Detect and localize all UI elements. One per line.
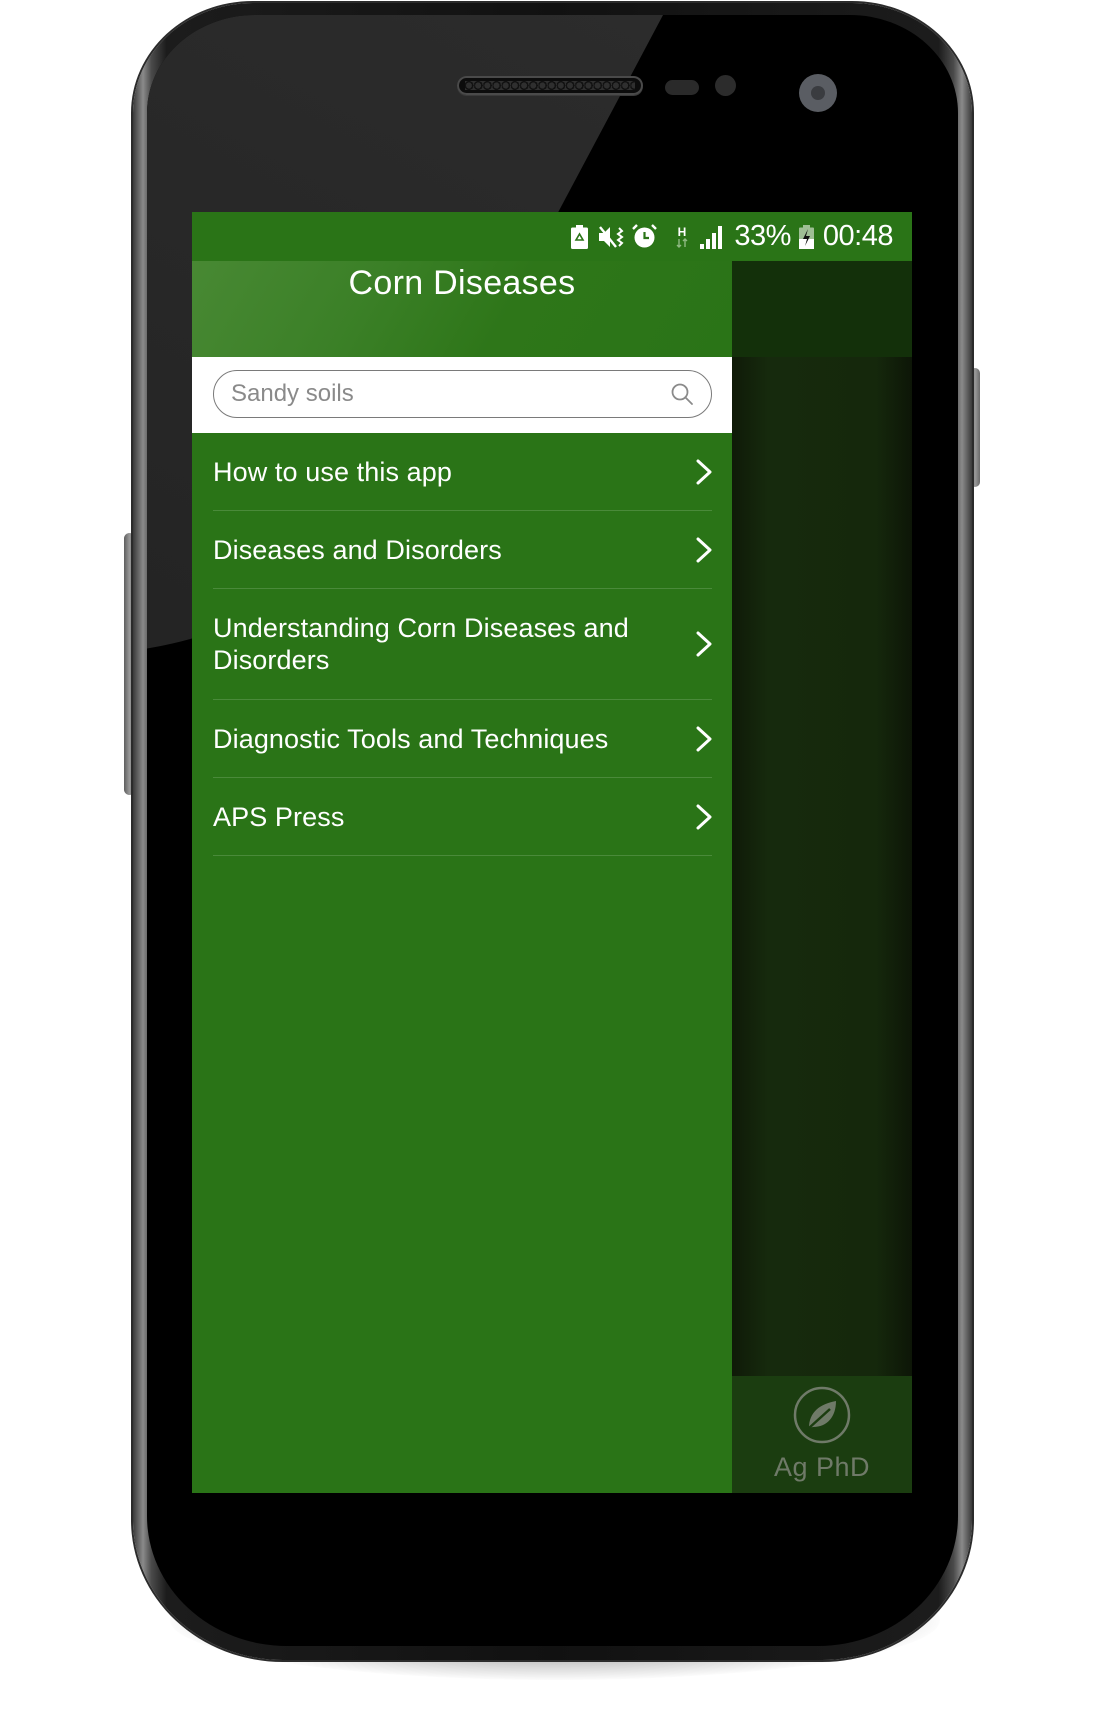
search-icon[interactable] [670, 382, 694, 406]
menu-item-label: Understanding Corn Diseases and Disorder… [213, 613, 629, 675]
vibrate-mute-icon [599, 225, 625, 248]
background-app-header [732, 261, 912, 357]
menu-item-understanding-corn-diseases[interactable]: Understanding Corn Diseases and Disorder… [213, 589, 712, 700]
background-app-content [732, 357, 912, 1376]
signal-icon [700, 225, 723, 249]
menu-item-diagnostic-tools[interactable]: Diagnostic Tools and Techniques [213, 700, 712, 778]
network-h-data-icon: H [676, 225, 688, 248]
menu-item-label: How to use this app [213, 456, 453, 487]
search-bar [192, 357, 732, 433]
svg-text:H: H [678, 225, 687, 239]
chevron-right-icon [696, 726, 712, 751]
chevron-right-icon [696, 537, 712, 562]
search-input[interactable] [231, 371, 631, 417]
drawer-title: Corn Diseases [348, 264, 576, 302]
light-sensor [715, 75, 736, 96]
menu-item-label: APS Press [213, 801, 345, 832]
battery-saver-icon [571, 224, 589, 249]
chevron-right-icon [696, 459, 712, 484]
menu-item-label: Diseases and Disorders [213, 534, 502, 565]
front-camera [799, 74, 837, 112]
drawer-menu: How to use this app Diseases and Disorde… [192, 433, 732, 856]
proximity-sensor [665, 80, 699, 95]
menu-item-label: Diagnostic Tools and Techniques [213, 723, 609, 754]
menu-item-diseases-and-disorders[interactable]: Diseases and Disorders [213, 511, 712, 589]
phone-screen: Ag PhD Corn Diseases How to use this app… [192, 212, 912, 1493]
menu-item-how-to-use[interactable]: How to use this app [213, 433, 712, 511]
ag-phd-label: Ag PhD [773, 1452, 871, 1482]
status-bar: H 33% 00:48 [192, 212, 912, 261]
chevron-right-icon [696, 804, 712, 829]
battery-percent: 33% [734, 220, 791, 252]
clock: 00:48 [822, 220, 894, 252]
earpiece-speaker [457, 76, 643, 95]
navigation-drawer: Corn Diseases How to use this app Diseas… [192, 212, 732, 1493]
battery-charging-icon [798, 224, 814, 249]
chevron-right-icon [696, 631, 712, 657]
leaf-icon [793, 1386, 851, 1444]
search-field[interactable] [213, 370, 712, 418]
menu-item-aps-press[interactable]: APS Press [213, 778, 712, 856]
alarm-icon [632, 224, 658, 248]
